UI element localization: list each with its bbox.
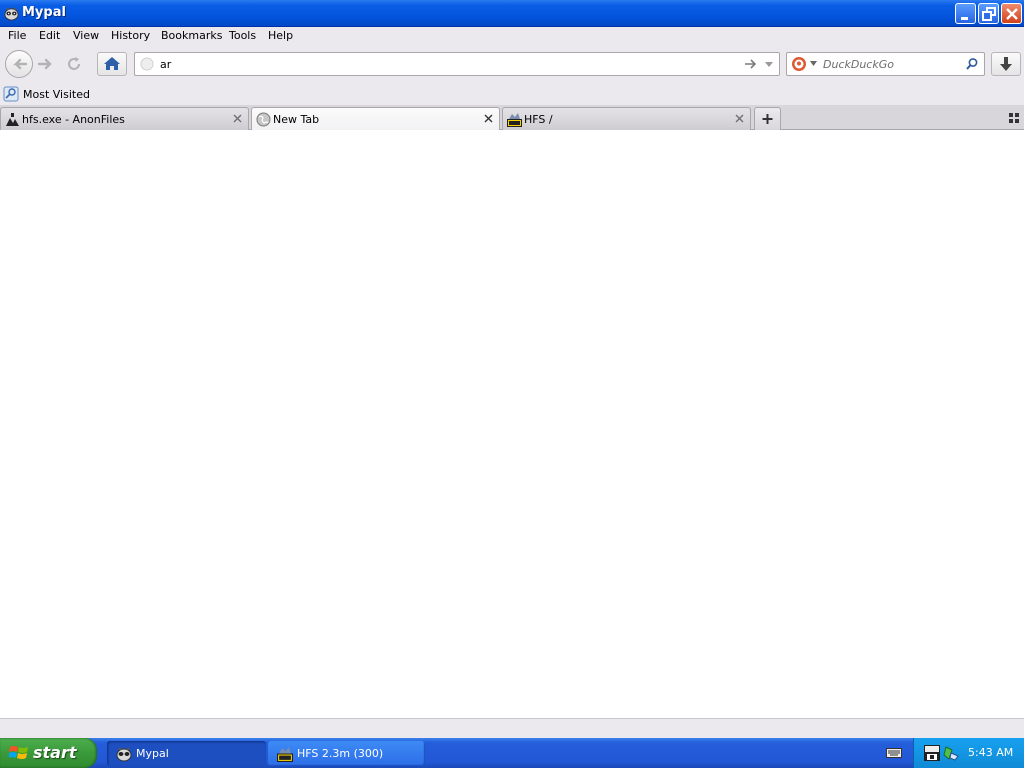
navigation-toolbar [0, 46, 1024, 83]
reload-button[interactable] [62, 54, 86, 74]
tab-close-icon[interactable] [483, 113, 494, 124]
close-icon [1006, 8, 1018, 20]
hfs-tray-icon[interactable] [924, 745, 940, 761]
bookmark-label: Most Visited [23, 88, 90, 101]
page-identity-icon [140, 57, 154, 71]
restore-icon [982, 7, 996, 21]
menu-bookmarks[interactable]: Bookmarks [161, 29, 222, 42]
window-title: Mypal [22, 5, 66, 20]
new-tab-button[interactable] [754, 107, 781, 130]
menu-view[interactable]: View [73, 29, 99, 42]
engine-dropdown-icon[interactable] [810, 61, 817, 66]
home-button[interactable] [97, 52, 127, 76]
search-icon[interactable] [965, 57, 979, 71]
close-button[interactable] [1001, 3, 1022, 24]
hfs-icon [507, 113, 522, 127]
task-label: Mypal [136, 747, 169, 760]
tab-anonfiles[interactable]: hfs.exe - AnonFiles [0, 107, 249, 130]
menu-tools[interactable]: Tools [229, 29, 256, 42]
minimize-button[interactable] [955, 3, 976, 24]
globe-icon [256, 112, 271, 127]
back-arrow-icon [13, 58, 28, 70]
search-bar[interactable] [786, 52, 985, 76]
network-icon[interactable] [943, 745, 959, 761]
menu-edit[interactable]: Edit [39, 29, 60, 42]
home-icon [104, 57, 120, 70]
keyboard-icon[interactable] [886, 747, 902, 759]
start-button[interactable]: start [0, 738, 97, 768]
duckduckgo-icon[interactable] [791, 56, 807, 72]
tab-hfs[interactable]: HFS / [502, 107, 751, 130]
minimize-icon [961, 17, 968, 20]
history-dropdown-icon[interactable] [763, 58, 775, 70]
forward-button[interactable] [32, 54, 58, 74]
back-button[interactable] [5, 50, 33, 78]
hfs-icon [277, 747, 293, 762]
tab-close-icon[interactable] [734, 113, 745, 124]
tab-close-icon[interactable] [232, 113, 243, 124]
taskbar-item-hfs[interactable]: HFS 2.3m (300) [268, 741, 425, 766]
system-tray: 5:43 AM [913, 738, 1024, 768]
window-titlebar[interactable]: Mypal [0, 0, 1024, 27]
download-arrow-icon [1000, 57, 1012, 71]
page-content[interactable] [0, 130, 1024, 718]
tab-new-tab[interactable]: New Tab [251, 107, 500, 131]
task-label: HFS 2.3m (300) [297, 747, 384, 760]
mypal-icon [4, 6, 19, 21]
status-bar [0, 718, 1024, 738]
taskbar-item-mypal[interactable]: Mypal [107, 741, 266, 766]
bookmarks-toolbar: Most Visited [0, 83, 1024, 105]
clock: 5:43 AM [968, 746, 1014, 759]
tab-label: HFS / [524, 113, 553, 126]
tab-strip: hfs.exe - AnonFiles New Tab HFS / [0, 105, 1024, 131]
downloads-button[interactable] [991, 52, 1021, 76]
menubar: File Edit View History Bookmarks Tools H… [0, 27, 1024, 46]
reload-icon [68, 57, 80, 70]
plus-icon [762, 114, 773, 124]
tab-label: New Tab [273, 113, 320, 126]
mypal-icon [116, 747, 132, 762]
taskbar: start Mypal HFS 2.3m (300) 5:43 AM [0, 738, 1024, 768]
bookmark-folder-icon [3, 86, 19, 102]
windows-flag-icon [9, 746, 28, 759]
menu-file[interactable]: File [8, 29, 26, 42]
search-input[interactable] [823, 55, 961, 73]
go-arrow-icon[interactable] [743, 57, 757, 71]
forward-arrow-icon [37, 58, 52, 70]
address-bar[interactable] [134, 52, 780, 76]
anonfiles-icon [6, 113, 19, 126]
restore-button[interactable] [978, 3, 999, 24]
tab-groups-icon[interactable] [1008, 112, 1020, 124]
url-input[interactable] [160, 55, 720, 73]
menu-help[interactable]: Help [268, 29, 293, 42]
start-label: start [33, 743, 77, 762]
tab-label: hfs.exe - AnonFiles [22, 113, 125, 126]
menu-history[interactable]: History [111, 29, 150, 42]
